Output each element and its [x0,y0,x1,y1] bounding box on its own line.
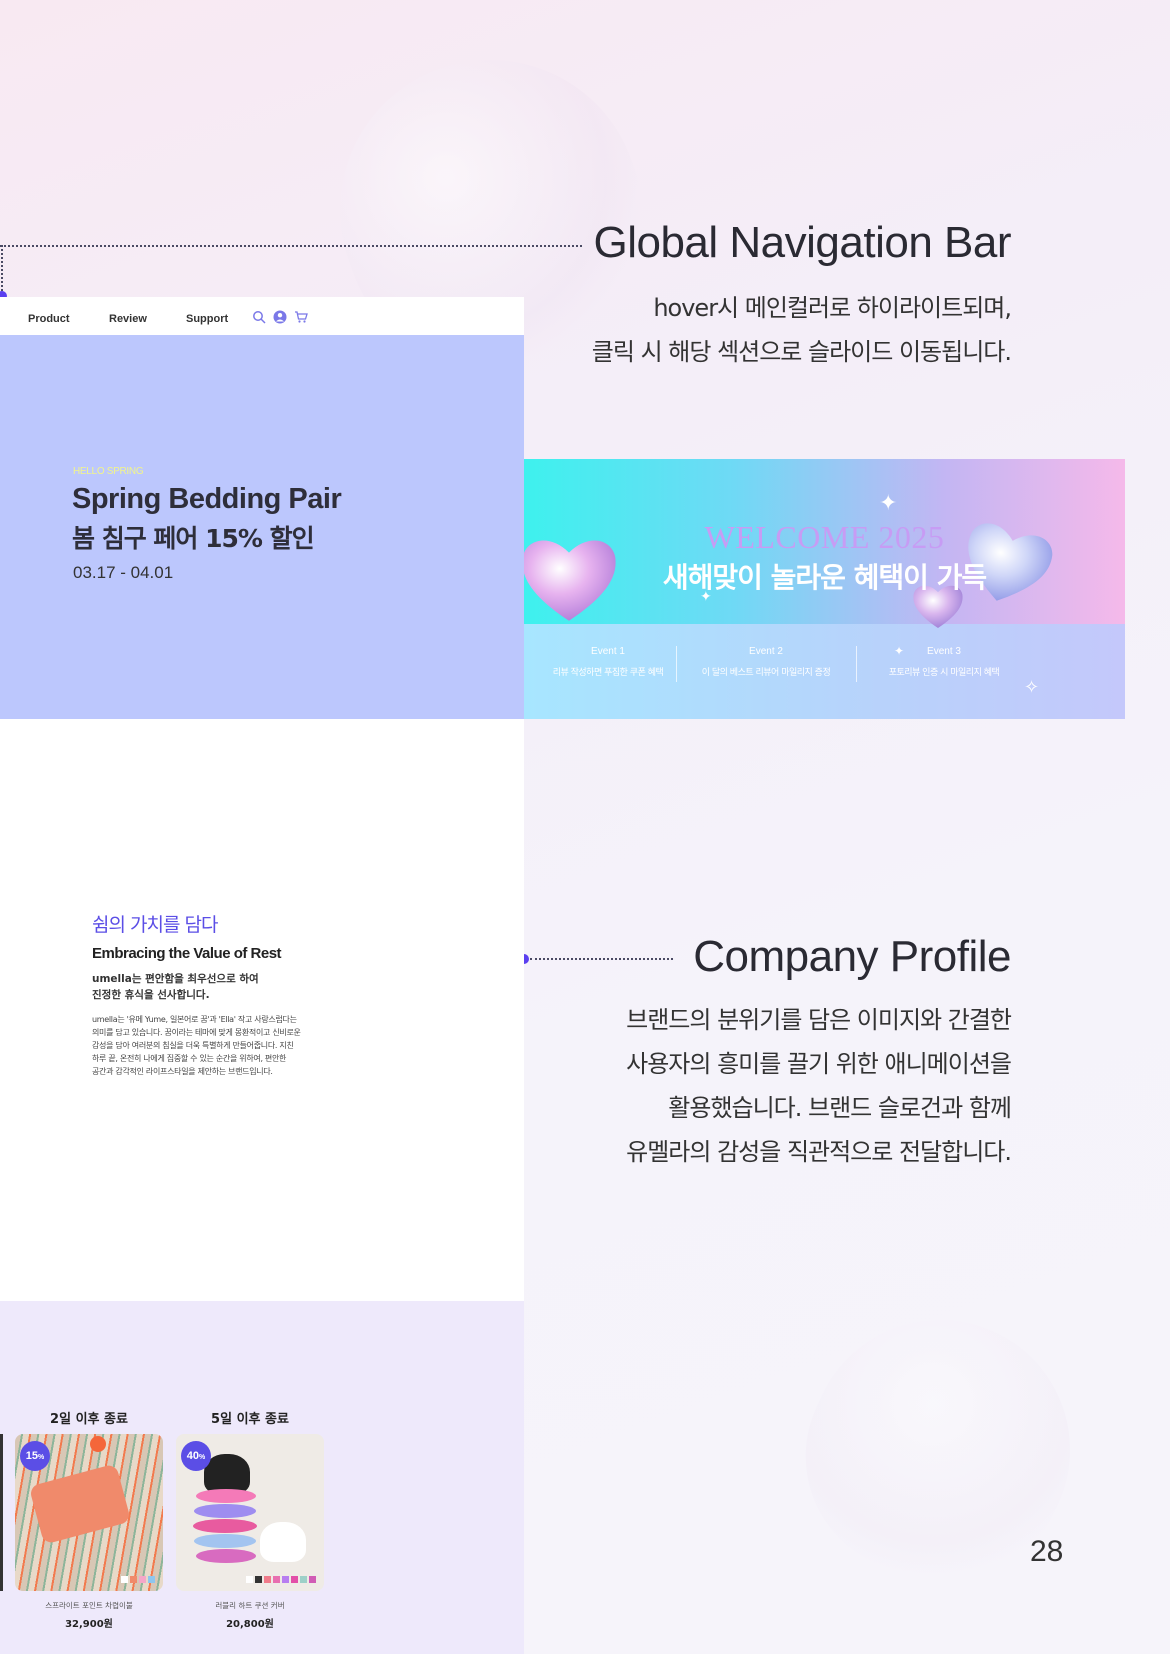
event-label: Event 3 [927,646,961,657]
color-swatch[interactable] [273,1576,280,1583]
banner-welcome: WELCOME 2025 [704,519,945,555]
profile-desc-line: 의미를 담고 있습니다. 꿈이라는 테마에 맞게 몽환적이고 신비로운 [92,1028,301,1037]
profile-annotation-line: 활용했습니다. 브랜드 슬로건과 함께 [668,1094,1012,1122]
color-swatch[interactable] [255,1576,262,1583]
sparkle-icon: ✧ [1024,677,1040,698]
event-item[interactable]: Event 2 이 달의 베스트 리뷰어 마일리지 증정 [676,646,856,678]
color-swatches [246,1576,316,1583]
event-banner[interactable]: ✦ ✦ ✧ ✦ WELCOME 2025 새해맞이 놀라운 혜택이 가득 Eve… [524,459,1125,719]
discount-value: 40 [186,1450,199,1462]
profile-annotation-line: 사용자의 흥미를 끌기 위한 애니메이션을 [626,1050,1012,1078]
discount-value: 15 [25,1450,38,1462]
discount-unit: % [38,1454,45,1461]
product-name[interactable]: 러블리 하트 쿠션 커버 [176,1600,324,1611]
color-swatch[interactable] [264,1576,271,1583]
banner-headline: 새해맞이 놀라운 혜택이 가득 [662,561,987,594]
gnb-annotation-title: Global Navigation Bar [593,218,1011,267]
cushion-stack [194,1504,256,1518]
white-heart-cushion [260,1522,306,1562]
product-image[interactable]: 40% [176,1434,324,1591]
hero-date: 03.17 - 04.01 [73,563,174,582]
deal-timer: 2일 이후 종료 [50,1412,128,1427]
color-swatch[interactable] [282,1576,289,1583]
profile-description: umella는 '유메 Yume, 일본어로 꿈'과 'Ella' 작고 사랑스… [92,1013,332,1078]
profile-desc-line: umella는 '유메 Yume, 일본어로 꿈'과 'Ella' 작고 사랑스… [92,1015,297,1024]
profile-desc-line: 감성을 담아 여러분의 침실을 더욱 특별하게 만들어줍니다. 지친 [92,1041,294,1050]
event-desc: 이 달의 베스트 리뷰어 마일리지 증정 [701,668,831,678]
gnb-annotation-body: hover시 메인컬러로 하이라이트되며, 클릭 시 해당 섹션으로 슬라이드 … [591,286,1012,374]
nav-item-review[interactable]: Review [109,313,147,325]
profile-annotation-line: 브랜드의 분위기를 담은 이미지와 간결한 [626,1006,1012,1034]
profile-annotation-line: 유멜라의 감성을 직관적으로 전달합니다. [626,1138,1012,1166]
profile-title-kr: 쉼의 가치를 담다 [92,914,218,936]
color-swatch[interactable] [291,1576,298,1583]
event-item[interactable]: Event 3 포토리뷰 인증 시 마일리지 혜택 [854,646,1034,678]
global-navigation-bar: Product Review Support [0,297,524,336]
profile-title-en: Embracing the Value of Rest [92,945,282,962]
profile-annotation-body: 브랜드의 분위기를 담은 이미지와 간결한 사용자의 흥미를 끌기 위한 애니메… [626,998,1012,1174]
event-label: Event 2 [749,646,783,657]
profile-connector-line [530,958,673,960]
gnb-annotation-line: hover시 메인컬러로 하이라이트되며, [653,294,1012,322]
color-swatch[interactable] [309,1576,316,1583]
orange-fruit [90,1436,106,1452]
color-swatch[interactable] [130,1576,137,1583]
discount-unit: % [199,1454,206,1461]
cushion-stack [196,1549,256,1563]
event-desc: 리뷰 작성하면 푸짐한 쿠폰 혜택 [552,668,664,678]
profile-lead-line: 진정한 휴식을 선사합니다. [92,989,210,1001]
hero-section: HELLO SPRING Spring Bedding Pair 봄 침구 페어… [0,335,524,719]
deal-timer: 5일 이후 종료 [211,1412,289,1427]
profile-desc-line: 공간과 감각적인 라이프스타일을 제안하는 브랜드입니다. [92,1067,273,1076]
sparkle-icon: ✦ [879,491,898,516]
gnb-connector-line [0,245,582,247]
hero-title-en: Spring Bedding Pair [72,483,342,515]
color-swatch[interactable] [139,1576,146,1583]
background-heart-decoration [767,1277,1113,1623]
bedding-fold [28,1463,132,1545]
time-deal-section: 2일 이후 종료 15% 스프라이트 포인트 차렵이불 32,900원 5일 이… [0,1301,524,1654]
cushion-stack [196,1489,256,1503]
nav-item-product[interactable]: Product [28,313,70,325]
profile-desc-line: 하루 끝, 온전히 나에게 집중할 수 있는 순간을 위하여, 편안한 [92,1054,287,1063]
discount-badge: 40% [181,1441,211,1471]
previous-card-edge [0,1434,3,1591]
profile-annotation-title: Company Profile [693,932,1011,981]
product-image[interactable]: 15% [15,1434,163,1591]
company-profile-section: 쉼의 가치를 담다 Embracing the Value of Rest um… [0,719,524,1301]
event-item[interactable]: Event 1 리뷰 작성하면 푸짐한 쿠폰 혜택 [524,646,698,678]
gnb-connector-vertical [1,245,3,295]
search-icon[interactable] [252,310,266,324]
product-name[interactable]: 스프라이트 포인트 차렵이불 [15,1600,163,1611]
cart-icon[interactable] [294,310,308,324]
color-swatch[interactable] [300,1576,307,1583]
color-swatch[interactable] [246,1576,253,1583]
gnb-annotation-line: 클릭 시 해당 섹션으로 슬라이드 이동됩니다. [591,338,1012,366]
black-heart-cushion [204,1454,250,1494]
cushion-stack [194,1534,256,1548]
product-price: 32,900원 [65,1619,113,1630]
profile-lead: umella는 편안함을 최우선으로 하여 진정한 휴식을 선사합니다. [92,971,352,1003]
nav-item-support[interactable]: Support [186,313,228,325]
page-number: 28 [1030,1535,1064,1568]
product-price: 20,800원 [226,1619,274,1630]
hero-kicker: HELLO SPRING [73,466,144,477]
event-desc: 포토리뷰 인증 시 마일리지 혜택 [888,668,1000,678]
profile-lead-line: umella는 편안함을 최우선으로 하여 [92,973,259,985]
event-label: Event 1 [591,646,625,657]
color-swatch[interactable] [148,1576,155,1583]
discount-badge: 15% [20,1441,50,1471]
color-swatches [121,1576,155,1583]
user-icon[interactable] [273,310,287,324]
hero-title-kr: 봄 침구 페어 15% 할인 [72,524,315,553]
cushion-stack [193,1519,257,1533]
color-swatch[interactable] [121,1576,128,1583]
